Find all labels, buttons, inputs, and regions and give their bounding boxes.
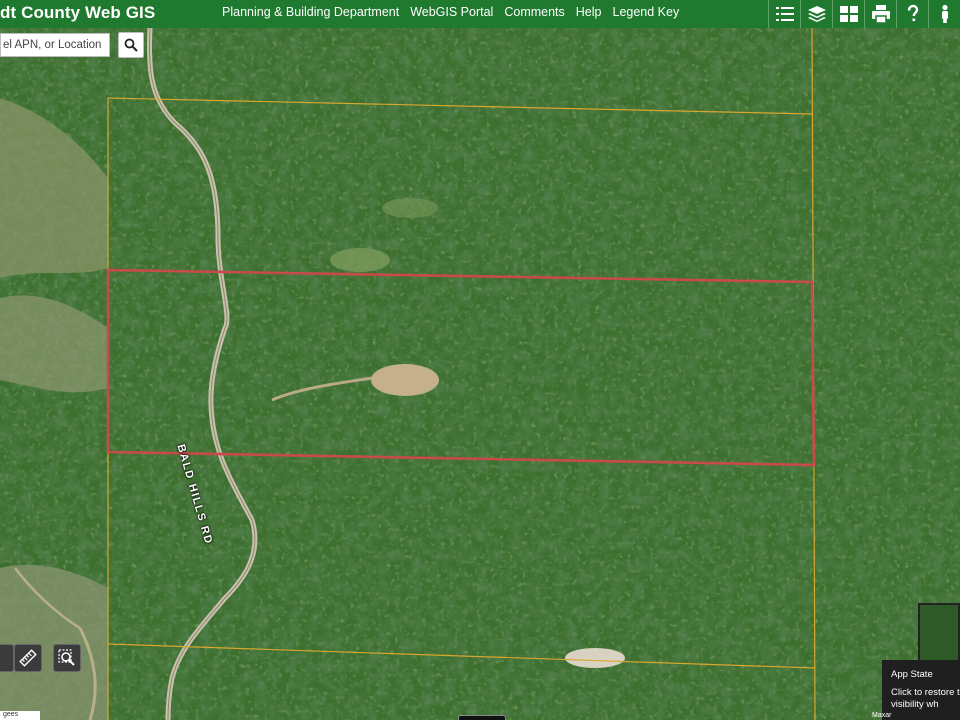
search-icon — [124, 38, 138, 52]
help-question-icon — [907, 4, 918, 22]
scale-bar: gees — [0, 711, 40, 720]
app-state-panel[interactable]: App State Click to restore the layers vi… — [882, 660, 960, 720]
nav-planning-building[interactable]: Planning & Building Department — [222, 5, 399, 19]
street-view-person-icon — [941, 4, 948, 23]
satellite-imagery — [0, 28, 960, 720]
map-view[interactable]: BALD HILLS RD — [0, 28, 960, 720]
search-box — [0, 33, 110, 57]
nav-webgis-portal[interactable]: WebGIS Portal — [410, 5, 493, 19]
identify-zoom-icon — [58, 649, 75, 666]
nav-comments[interactable]: Comments — [504, 5, 564, 19]
basemap-grid-icon — [839, 6, 858, 22]
header-toolbar — [768, 0, 960, 28]
street-view-button[interactable] — [928, 0, 960, 28]
app-title: dt County Web GIS — [0, 3, 156, 22]
print-button[interactable] — [864, 0, 896, 28]
identify-button[interactable] — [53, 644, 81, 672]
app-state-message: Click to restore the layers visibility w… — [891, 687, 960, 710]
app-header: dt County Web GIS Planning & Building De… — [0, 0, 960, 28]
basemap-button[interactable] — [832, 0, 864, 28]
layers-button[interactable] — [800, 0, 832, 28]
app-state-title: App State — [891, 669, 933, 680]
top-nav: Planning & Building Department WebGIS Po… — [222, 5, 679, 19]
help-button[interactable] — [896, 0, 928, 28]
layers-icon — [807, 6, 826, 22]
app-window: dt County Web GIS Planning & Building De… — [0, 0, 960, 720]
attribution: Maxar — [872, 712, 892, 719]
bottom-center-control[interactable] — [458, 715, 506, 720]
list-button[interactable] — [768, 0, 800, 28]
print-icon — [871, 5, 890, 23]
nav-help[interactable]: Help — [576, 5, 602, 19]
search-input[interactable] — [1, 34, 109, 56]
list-icon — [775, 7, 794, 21]
measure-button[interactable] — [14, 644, 42, 672]
map-tool-partial[interactable] — [0, 644, 14, 672]
measure-ruler-icon — [19, 649, 37, 667]
nav-legend-key[interactable]: Legend Key — [613, 5, 680, 19]
search-button[interactable] — [118, 32, 144, 58]
